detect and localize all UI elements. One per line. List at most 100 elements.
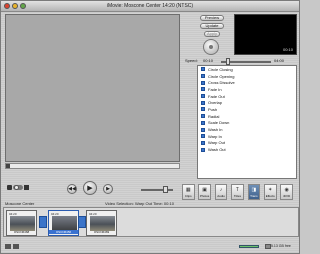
clip-thumbnail <box>90 216 115 231</box>
transition-item[interactable]: Cross Dissolve <box>198 79 296 86</box>
clip-name: OSCN6456 <box>49 230 78 234</box>
transition-item[interactable]: Circle Opening <box>198 73 296 80</box>
transition-label: Scale Down <box>208 120 230 126</box>
transition-icon <box>201 134 205 139</box>
clip-viewer[interactable]: 04:20 OSCN6468 04:20 OSCN6456 04:20 OSCN6469 <box>3 207 299 237</box>
tab-audio[interactable]: ♪ Audio <box>214 184 228 200</box>
timeline-transition[interactable] <box>78 216 86 228</box>
transition-label: Warp In <box>208 133 222 139</box>
transition-icon <box>201 114 205 119</box>
tab-titles[interactable]: T Titles <box>231 184 244 200</box>
status-bar: 5.13 GB free 5.13 GB free <box>3 241 299 253</box>
clip-view-icon[interactable] <box>5 244 11 249</box>
transition-item[interactable]: Fade Out <box>198 93 296 100</box>
edit-mode-toggle[interactable] <box>7 184 29 191</box>
rewind-button[interactable]: ◀◀ <box>67 184 77 194</box>
transition-label: Cross Dissolve <box>208 80 235 86</box>
disk-space-meter <box>239 245 259 248</box>
volume-slider-knob[interactable] <box>163 186 168 193</box>
speed-label: Speed: <box>185 58 198 63</box>
direction-wheel[interactable] <box>203 39 219 55</box>
volume-slider[interactable] <box>141 189 173 191</box>
transition-icon <box>201 107 205 112</box>
transition-item[interactable]: Circle Closing <box>198 66 296 73</box>
transition-icon <box>201 80 205 85</box>
preview-timecode: 00:10 <box>282 47 293 52</box>
mode-switch-knob[interactable] <box>14 185 19 190</box>
transition-item[interactable]: Radial <box>198 113 296 120</box>
tab-label: Titles <box>233 194 241 198</box>
transition-label: Circle Closing <box>208 66 233 72</box>
camera-icon <box>7 185 12 190</box>
idvd-icon: ◉ <box>284 187 289 193</box>
tab-label: Audio <box>217 194 225 198</box>
transition-label: Fade Out <box>208 93 225 99</box>
clips-icon: ▦ <box>185 187 191 193</box>
apply-button[interactable]: Apply <box>204 31 220 37</box>
transitions-icon: ◨ <box>251 187 257 193</box>
tab-label: Trans <box>250 194 258 198</box>
transition-label: Radial <box>208 113 220 119</box>
update-button[interactable]: Update <box>200 23 224 29</box>
video-monitor[interactable] <box>5 14 180 162</box>
titles-icon: T <box>235 187 239 193</box>
transition-label: Warp Out <box>208 140 225 146</box>
clip-name: OSCN6469 <box>93 230 110 234</box>
tab-idvd[interactable]: ◉ iDVD <box>280 184 293 200</box>
transition-item[interactable]: Warp In <box>198 133 296 140</box>
transition-item[interactable]: Wash In <box>198 126 296 133</box>
direction-wheel-center <box>209 45 213 49</box>
clip-name: OSCN6468 <box>13 230 30 234</box>
transition-icon <box>201 74 205 79</box>
effects-icon: ✶ <box>268 187 273 193</box>
speed-min-label: 00:10 <box>203 58 214 63</box>
timeline-clip[interactable]: 04:20 OSCN6469 <box>86 210 117 236</box>
preview-button[interactable]: Preview <box>200 15 224 21</box>
transition-icon <box>201 67 205 72</box>
transition-label: Overlap <box>208 100 223 106</box>
transition-item[interactable]: Wash Out <box>198 146 296 153</box>
free-space-text: 5.13 GB free <box>271 244 291 248</box>
transition-item[interactable]: Scale Down <box>198 120 296 127</box>
transition-icon <box>201 87 205 92</box>
tab-effects[interactable]: ✶ Effects <box>264 184 277 200</box>
transition-icon <box>201 120 205 125</box>
transition-item[interactable]: Fade In <box>198 86 296 93</box>
transport-controls: ◀◀ ▶ ▶ <box>5 179 180 197</box>
selection-info: Video Selection: Warp Out Time: 00:10 <box>105 201 174 206</box>
transitions-list[interactable]: Circle Closing Circle Opening Cross Dissol… <box>197 65 297 179</box>
imovie-window: iMovie: Moscone Center 14:20 (NTSC) ◀◀ ▶… <box>0 0 300 254</box>
transition-label: Fade In <box>208 86 222 92</box>
playhead-icon[interactable] <box>6 164 10 168</box>
panel-tab-bar: ▦ Clips ▣ Photos ♪ Audio T Titles ◨ Trans ✶ Effects… <box>182 184 298 201</box>
project-name: Moscone Center <box>5 201 35 206</box>
tab-label: iDVD <box>283 194 291 198</box>
tab-photos[interactable]: ▣ Photos <box>198 184 211 200</box>
transition-item[interactable]: Warp Out <box>198 140 296 147</box>
title-bar[interactable]: iMovie: Moscone Center 14:20 (NTSC) <box>1 1 299 12</box>
scrubber-bar[interactable] <box>5 163 180 169</box>
tab-trans[interactable]: ◨ Trans <box>247 184 261 200</box>
transition-label: Wash In <box>208 127 223 133</box>
timeline-clip[interactable]: 04:20 OSCN6468 <box>6 210 37 236</box>
tab-label: Clips <box>184 194 192 198</box>
transition-item[interactable]: Overlap <box>198 99 296 106</box>
tab-label: Effects <box>265 194 275 198</box>
transition-preview-screen: 00:10 <box>234 14 297 55</box>
tab-clips[interactable]: ▦ Clips <box>182 184 195 200</box>
transition-icon <box>201 94 205 99</box>
speed-max-label: 04:00 <box>274 58 285 63</box>
tab-label: Photos <box>199 194 210 198</box>
transition-item[interactable]: Push <box>198 106 296 113</box>
window-title: iMovie: Moscone Center 14:20 (NTSC) <box>106 3 194 9</box>
play-fullscreen-button[interactable]: ▶ <box>103 184 113 194</box>
timeline-clip[interactable]: 04:20 OSCN6456 <box>48 210 79 236</box>
timeline-view-icon[interactable] <box>13 244 19 249</box>
photos-icon: ▣ <box>202 187 207 193</box>
timeline-transition[interactable] <box>39 216 47 228</box>
transition-label: Wash Out <box>208 147 226 153</box>
speed-slider-knob[interactable] <box>226 58 230 65</box>
play-button[interactable]: ▶ <box>83 181 97 195</box>
transition-icon <box>201 140 205 145</box>
clapboard-icon <box>24 185 29 190</box>
